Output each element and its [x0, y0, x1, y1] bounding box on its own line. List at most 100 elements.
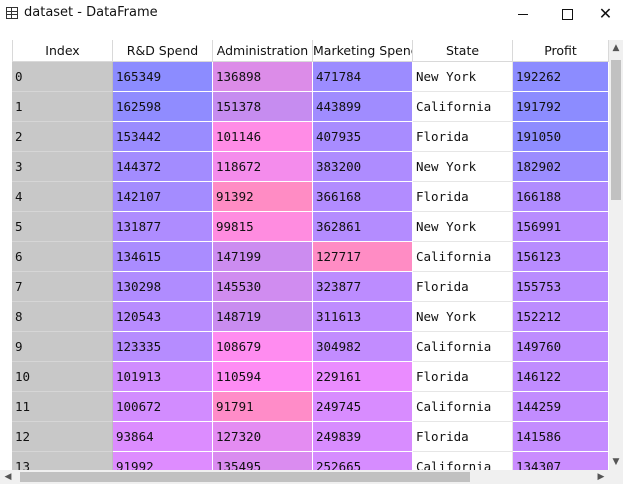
scroll-down-arrow-icon[interactable]: ▼ — [609, 454, 623, 470]
state-cell[interactable]: Florida — [413, 122, 513, 152]
vertical-scrollbar[interactable]: ▲ ▼ — [609, 40, 623, 470]
index-cell[interactable]: 5 — [12, 212, 113, 242]
profit-cell[interactable]: 156123 — [513, 242, 609, 272]
column-header-marketing-spend[interactable]: Marketing Spend — [313, 40, 413, 62]
close-button[interactable]: ✕ — [588, 0, 623, 28]
rd-spend-cell[interactable]: 144372 — [113, 152, 213, 182]
profit-cell[interactable]: 182902 — [513, 152, 609, 182]
marketing-spend-cell[interactable]: 249745 — [313, 392, 413, 422]
index-cell[interactable]: 4 — [12, 182, 113, 212]
minimize-button[interactable] — [500, 0, 546, 28]
index-cell[interactable]: 0 — [12, 62, 113, 92]
state-cell[interactable]: Florida — [413, 182, 513, 212]
state-cell[interactable]: New York — [413, 302, 513, 332]
administration-cell[interactable]: 127320 — [213, 422, 313, 452]
profit-cell[interactable]: 146122 — [513, 362, 609, 392]
state-cell[interactable]: California — [413, 392, 513, 422]
rd-spend-cell[interactable]: 130298 — [113, 272, 213, 302]
state-cell[interactable]: New York — [413, 62, 513, 92]
marketing-spend-cell[interactable]: 127717 — [313, 242, 413, 272]
marketing-spend-cell[interactable]: 311613 — [313, 302, 413, 332]
state-cell[interactable]: Florida — [413, 362, 513, 392]
rd-spend-cell[interactable]: 93864 — [113, 422, 213, 452]
state-cell[interactable]: New York — [413, 212, 513, 242]
state-cell[interactable]: California — [413, 332, 513, 362]
marketing-spend-cell[interactable]: 471784 — [313, 62, 413, 92]
index-cell[interactable]: 10 — [12, 362, 113, 392]
profit-cell[interactable]: 152212 — [513, 302, 609, 332]
profit-cell[interactable]: 149760 — [513, 332, 609, 362]
column-header-state[interactable]: State — [413, 40, 513, 62]
administration-cell[interactable]: 148719 — [213, 302, 313, 332]
administration-cell[interactable]: 110594 — [213, 362, 313, 392]
marketing-spend-cell[interactable]: 383200 — [313, 152, 413, 182]
scroll-up-arrow-icon[interactable]: ▲ — [609, 40, 623, 56]
marketing-spend-cell[interactable]: 443899 — [313, 92, 413, 122]
administration-cell[interactable]: 118672 — [213, 152, 313, 182]
administration-cell[interactable]: 135495 — [213, 452, 313, 470]
administration-cell[interactable]: 101146 — [213, 122, 313, 152]
index-cell[interactable]: 11 — [12, 392, 113, 422]
profit-cell[interactable]: 191050 — [513, 122, 609, 152]
administration-cell[interactable]: 145530 — [213, 272, 313, 302]
state-cell[interactable]: California — [413, 452, 513, 470]
column-header-index[interactable]: Index — [12, 40, 113, 62]
profit-cell[interactable]: 166188 — [513, 182, 609, 212]
profit-cell[interactable]: 191792 — [513, 92, 609, 122]
rd-spend-cell[interactable]: 100672 — [113, 392, 213, 422]
column-header-rd-spend[interactable]: R&D Spend — [113, 40, 213, 62]
administration-cell[interactable]: 91392 — [213, 182, 313, 212]
rd-spend-cell[interactable]: 91992 — [113, 452, 213, 470]
vertical-scroll-thumb[interactable] — [611, 60, 621, 200]
marketing-spend-cell[interactable]: 304982 — [313, 332, 413, 362]
rd-spend-cell[interactable]: 153442 — [113, 122, 213, 152]
rd-spend-cell[interactable]: 134615 — [113, 242, 213, 272]
maximize-button[interactable] — [544, 0, 590, 28]
scroll-left-arrow-icon[interactable]: ◀ — [0, 470, 16, 484]
index-cell[interactable]: 1 — [12, 92, 113, 122]
administration-cell[interactable]: 108679 — [213, 332, 313, 362]
profit-cell[interactable]: 192262 — [513, 62, 609, 92]
marketing-spend-cell[interactable]: 323877 — [313, 272, 413, 302]
index-cell[interactable]: 13 — [12, 452, 113, 470]
scroll-right-arrow-icon[interactable]: ▶ — [593, 470, 609, 484]
rd-spend-cell[interactable]: 142107 — [113, 182, 213, 212]
index-cell[interactable]: 12 — [12, 422, 113, 452]
profit-cell[interactable]: 155753 — [513, 272, 609, 302]
marketing-spend-cell[interactable]: 366168 — [313, 182, 413, 212]
profit-cell[interactable]: 134307 — [513, 452, 609, 470]
horizontal-scroll-thumb[interactable] — [20, 472, 470, 482]
marketing-spend-cell[interactable]: 362861 — [313, 212, 413, 242]
index-cell[interactable]: 2 — [12, 122, 113, 152]
profit-cell[interactable]: 144259 — [513, 392, 609, 422]
marketing-spend-cell[interactable]: 229161 — [313, 362, 413, 392]
index-cell[interactable]: 3 — [12, 152, 113, 182]
index-cell[interactable]: 9 — [12, 332, 113, 362]
marketing-spend-cell[interactable]: 249839 — [313, 422, 413, 452]
state-cell[interactable]: California — [413, 92, 513, 122]
rd-spend-cell[interactable]: 123335 — [113, 332, 213, 362]
administration-cell[interactable]: 99815 — [213, 212, 313, 242]
rd-spend-cell[interactable]: 131877 — [113, 212, 213, 242]
horizontal-scrollbar[interactable]: ◀ ▶ — [0, 470, 609, 484]
state-cell[interactable]: Florida — [413, 422, 513, 452]
index-cell[interactable]: 8 — [12, 302, 113, 332]
state-cell[interactable]: New York — [413, 152, 513, 182]
state-cell[interactable]: Florida — [413, 272, 513, 302]
marketing-spend-cell[interactable]: 252665 — [313, 452, 413, 470]
profit-cell[interactable]: 141586 — [513, 422, 609, 452]
administration-cell[interactable]: 151378 — [213, 92, 313, 122]
rd-spend-cell[interactable]: 162598 — [113, 92, 213, 122]
profit-cell[interactable]: 156991 — [513, 212, 609, 242]
rd-spend-cell[interactable]: 165349 — [113, 62, 213, 92]
index-cell[interactable]: 6 — [12, 242, 113, 272]
administration-cell[interactable]: 136898 — [213, 62, 313, 92]
column-header-administration[interactable]: Administration — [213, 40, 313, 62]
administration-cell[interactable]: 147199 — [213, 242, 313, 272]
state-cell[interactable]: California — [413, 242, 513, 272]
rd-spend-cell[interactable]: 120543 — [113, 302, 213, 332]
column-header-profit[interactable]: Profit — [513, 40, 609, 62]
index-cell[interactable]: 7 — [12, 272, 113, 302]
rd-spend-cell[interactable]: 101913 — [113, 362, 213, 392]
marketing-spend-cell[interactable]: 407935 — [313, 122, 413, 152]
